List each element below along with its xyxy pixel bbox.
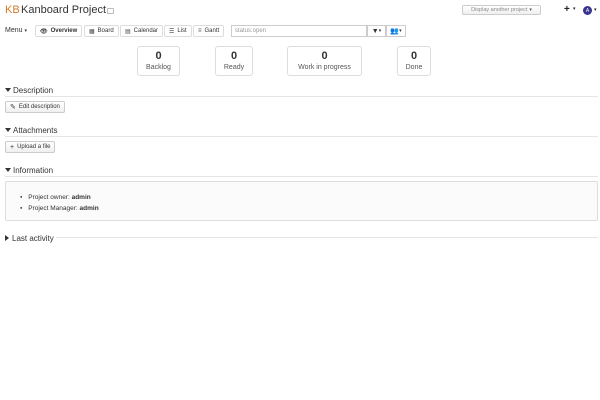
plus-icon: + — [10, 143, 15, 151]
filter-icon: ▼ — [371, 27, 379, 35]
edit-icon: ✎ — [10, 104, 16, 111]
owner-label: Project owner: — [28, 194, 70, 201]
stat-ready[interactable]: 0 Ready — [215, 46, 253, 76]
caret-right-icon — [5, 235, 9, 241]
owner-value: admin — [71, 194, 91, 201]
view-gantt-button[interactable]: ≡ Gantt — [193, 25, 225, 37]
button-label: Edit description — [18, 104, 60, 110]
view-label: Board — [97, 28, 114, 34]
section-title: Last activity — [12, 234, 54, 243]
section-divider — [5, 96, 598, 97]
menu-dropdown[interactable]: Menu ▾ — [5, 27, 27, 34]
list-item: Project owner: admin — [20, 192, 597, 203]
edit-description-button[interactable]: ✎ Edit description — [5, 101, 65, 113]
chevron-down-icon: ▾ — [24, 28, 27, 34]
calendar-icon: ▤ — [125, 28, 131, 35]
stat-label: Ready — [223, 64, 245, 71]
stat-count: 0 — [410, 50, 418, 62]
filter-dropdown-button[interactable]: ▼ ▾ — [367, 25, 386, 37]
user-avatar[interactable]: A — [583, 6, 592, 15]
section-title: Description — [13, 86, 54, 95]
view-list-button[interactable]: ☰ List — [164, 25, 192, 37]
section-title: Information — [13, 166, 54, 175]
button-label: Upload a file — [17, 144, 51, 150]
list-icon: ☰ — [169, 28, 175, 35]
stat-count: 0 — [321, 50, 328, 62]
project-info-icon[interactable] — [107, 8, 114, 14]
eye-icon: 👁 — [40, 28, 48, 35]
caret-down-icon — [5, 168, 11, 172]
view-board-button[interactable]: ▦ Board — [84, 25, 119, 37]
view-label: Gantt — [204, 28, 220, 34]
stat-backlog[interactable]: 0 Backlog — [137, 46, 180, 76]
app-logo[interactable]: KB — [5, 4, 20, 16]
list-item: Project Manager: admin — [20, 203, 597, 214]
chevron-down-icon: ▾ — [529, 7, 532, 13]
chevron-down-icon[interactable]: ▾ — [594, 7, 597, 13]
project-switcher-select[interactable]: Display another project ▾ — [462, 5, 541, 15]
project-switcher-placeholder: Display another project — [471, 7, 528, 13]
description-section-header[interactable]: Description — [5, 86, 53, 95]
menu-label: Menu — [5, 27, 23, 34]
manager-label: Project Manager: — [28, 205, 78, 212]
stat-label: Backlog — [146, 64, 171, 71]
project-title: Kanboard Project — [21, 4, 106, 16]
section-divider — [5, 136, 598, 137]
section-title: Attachments — [13, 126, 58, 135]
view-label: Calendar — [133, 28, 159, 34]
users-dropdown-button[interactable]: 👥 ▾ — [386, 25, 406, 37]
users-icon: 👥 — [390, 28, 400, 35]
stat-done[interactable]: 0 Done — [397, 46, 431, 76]
view-label: List — [177, 28, 187, 34]
sliders-icon: ≡ — [198, 28, 202, 34]
chevron-down-icon[interactable]: ▾ — [573, 6, 576, 12]
view-label: Overview — [50, 28, 78, 34]
last-activity-section-header[interactable]: Last activity — [5, 234, 54, 243]
stat-count: 0 — [230, 50, 238, 62]
stat-work-in-progress[interactable]: 0 Work in progress — [287, 46, 362, 76]
stat-label: Done — [405, 64, 423, 71]
caret-down-icon — [5, 128, 11, 132]
plus-menu-button[interactable]: + — [564, 4, 570, 15]
caret-down-icon — [5, 88, 11, 92]
section-divider — [56, 237, 598, 238]
stat-label: Work in progress — [298, 64, 351, 71]
chevron-down-icon: ▾ — [399, 28, 402, 34]
stat-count: 0 — [155, 50, 162, 62]
search-input[interactable] — [231, 25, 367, 37]
view-overview-button[interactable]: 👁 Overview — [35, 25, 83, 37]
information-panel: Project owner: admin Project Manager: ad… — [5, 181, 598, 221]
upload-file-button[interactable]: + Upload a file — [5, 141, 56, 153]
section-divider — [5, 176, 598, 177]
attachments-section-header[interactable]: Attachments — [5, 126, 57, 135]
information-section-header[interactable]: Information — [5, 166, 53, 175]
chevron-down-icon: ▾ — [378, 28, 382, 34]
grid-icon: ▦ — [89, 28, 95, 35]
view-calendar-button[interactable]: ▤ Calendar — [120, 25, 164, 37]
manager-value: admin — [79, 205, 99, 212]
